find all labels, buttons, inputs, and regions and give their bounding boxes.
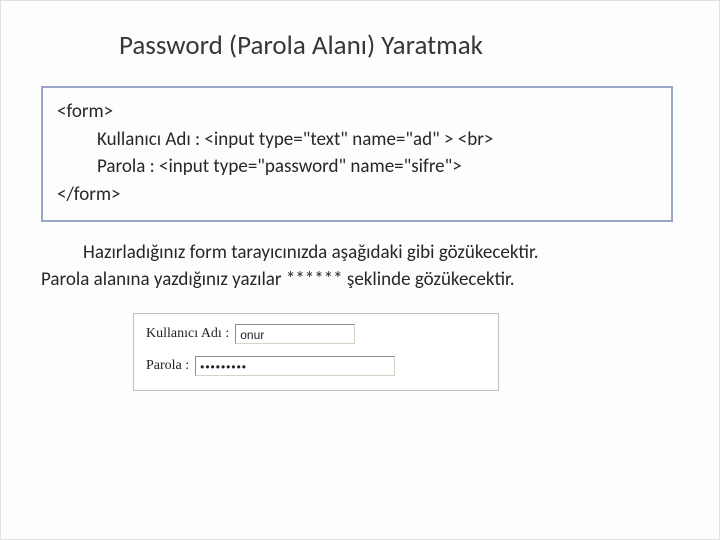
code-line-password: Parola : <input type="password" name="si… <box>57 153 657 181</box>
code-form-open: <form> <box>57 100 113 123</box>
code-form-close: </form> <box>57 183 121 206</box>
description-line-1: Hazırladığınız form tarayıcınızda aşağıd… <box>41 241 539 264</box>
code-example-box: <form> Kullanıcı Adı : <input type="text… <box>41 86 673 222</box>
rendered-form-figure: Kullanıcı Adı : onur Parola : ••••••••• <box>133 313 499 391</box>
form-row-username: Kullanıcı Adı : onur <box>146 324 486 344</box>
slide: Password (Parola Alanı) Yaratmak <form> … <box>0 0 720 540</box>
password-field[interactable]: ••••••••• <box>195 356 395 376</box>
form-row-password: Parola : ••••••••• <box>146 356 486 376</box>
username-label: Kullanıcı Adı : <box>146 326 229 342</box>
password-label: Parola : <box>146 358 189 374</box>
code-line-username: Kullanıcı Adı : <input type="text" name=… <box>57 126 657 154</box>
username-field[interactable]: onur <box>235 324 355 344</box>
page-title: Password (Parola Alanı) Yaratmak <box>119 29 679 62</box>
description-line-2: Parola alanına yazdığınız yazılar ******… <box>41 268 515 291</box>
description-paragraph: Hazırladığınız form tarayıcınızda aşağıd… <box>41 240 671 293</box>
